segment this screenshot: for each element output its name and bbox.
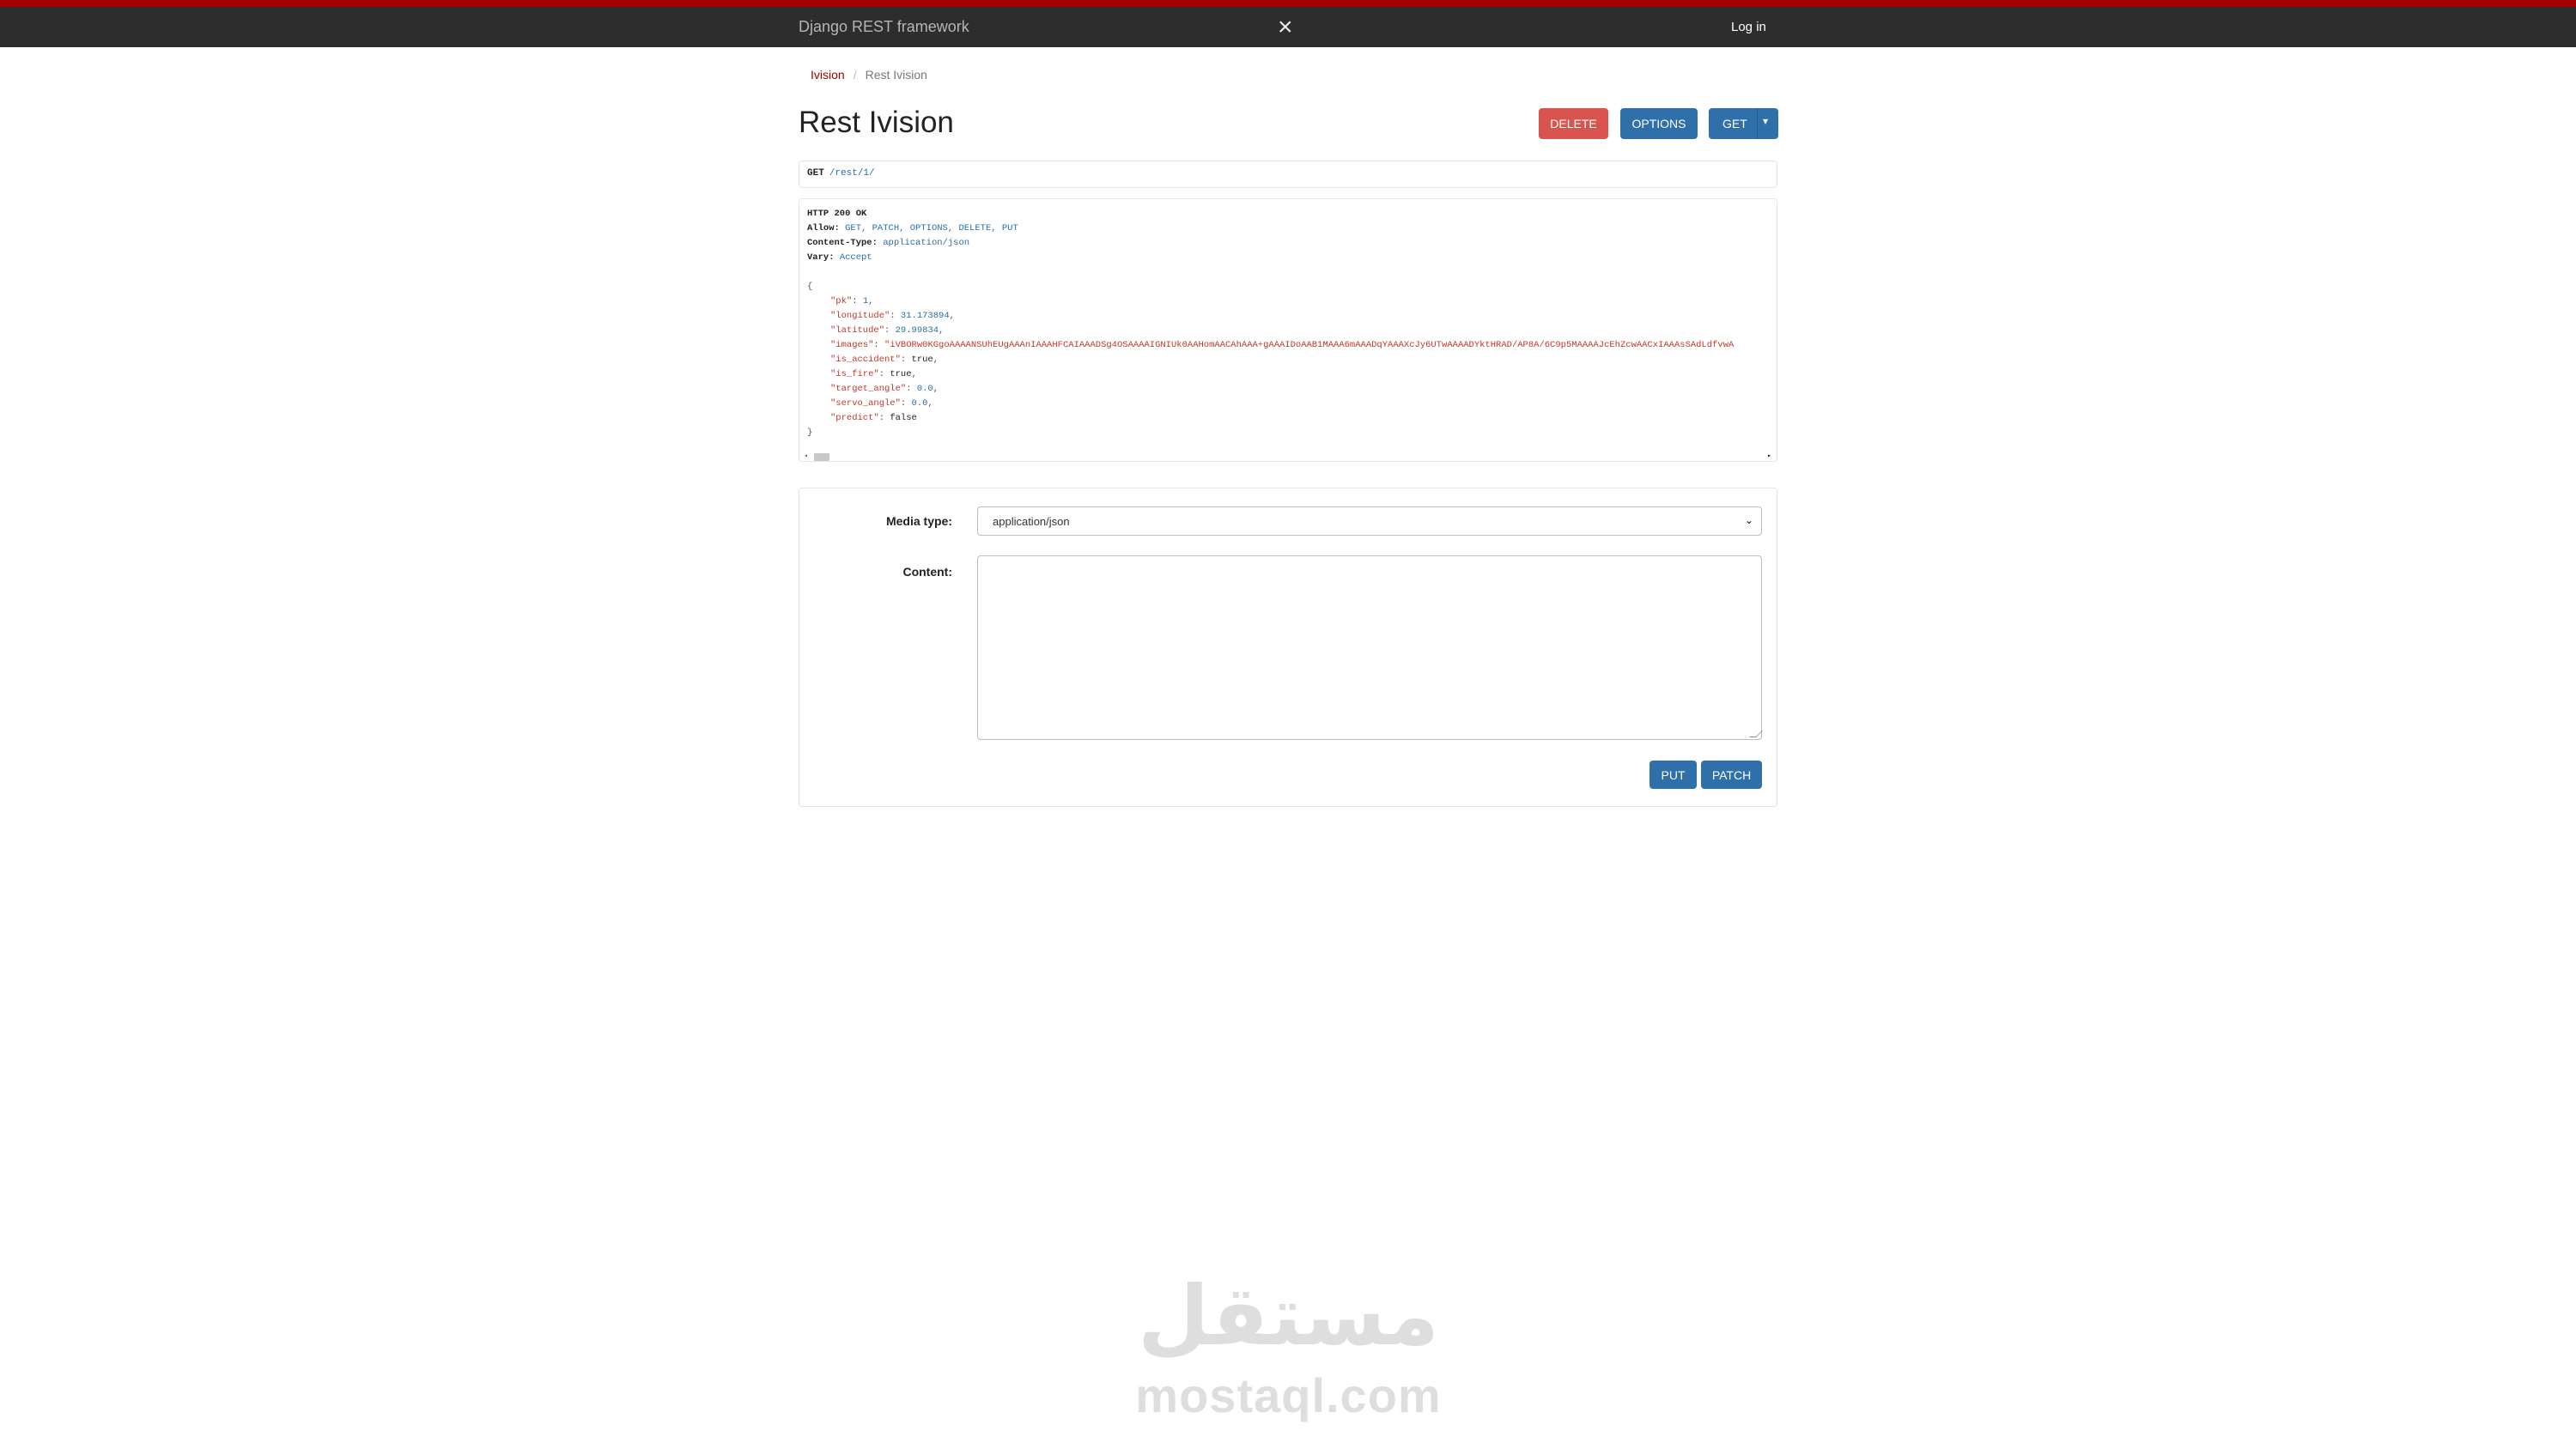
login-link[interactable]: Log in <box>1731 20 1766 34</box>
request-path: /rest/1/ <box>829 168 875 179</box>
caret-down-icon[interactable]: ▾ <box>1763 115 1768 127</box>
json-key: "target_angle" <box>830 384 907 394</box>
get-button-divider <box>1757 108 1758 139</box>
json-open-brace: { <box>807 282 813 292</box>
json-key: "images" <box>830 340 874 350</box>
header-key: Allow: <box>807 223 840 233</box>
json-key: "is_fire" <box>830 369 879 379</box>
header-key: Content-Type: <box>807 238 878 248</box>
header-value: GET, PATCH, OPTIONS, DELETE, PUT <box>845 223 1018 233</box>
media-type-select[interactable]: application/json ⌄ <box>977 506 1762 536</box>
json-value: true <box>911 355 933 365</box>
json-value: 0.0 <box>911 398 928 409</box>
response-status: HTTP 200 OK <box>807 209 867 219</box>
json-close-brace: } <box>807 427 813 438</box>
response-panel: HTTP 200 OK Allow: GET, PATCH, OPTIONS, … <box>799 198 1777 462</box>
scrollbar-thumb[interactable] <box>814 453 829 461</box>
json-key: "servo_angle" <box>830 398 901 409</box>
page-title: Rest Ivision <box>799 106 954 139</box>
request-info: GET/rest/1/ <box>799 161 1777 188</box>
json-value: 0.0 <box>916 384 933 394</box>
scroll-right-icon[interactable]: ▸ <box>1767 452 1771 460</box>
json-key: "is_accident" <box>830 355 901 365</box>
breadcrumb-separator: / <box>853 68 857 82</box>
delete-button[interactable]: DELETE <box>1539 108 1608 139</box>
brand-link[interactable]: Django REST framework <box>799 18 969 36</box>
response-content: HTTP 200 OK Allow: GET, PATCH, OPTIONS, … <box>807 209 1735 438</box>
json-value: 29.99834 <box>895 325 939 336</box>
breadcrumb: Ivision / Rest Ivision <box>811 68 927 82</box>
header-value: Accept <box>839 252 872 263</box>
json-key: "predict" <box>830 413 879 423</box>
resize-handle-icon[interactable] <box>1749 731 1763 737</box>
json-value: 31.173894 <box>900 311 950 321</box>
request-method: GET <box>807 168 824 179</box>
get-button[interactable]: GET ▾ <box>1709 108 1778 139</box>
watermark-arabic: مستقل <box>1137 1268 1440 1364</box>
json-value: false <box>890 413 917 423</box>
options-button[interactable]: OPTIONS <box>1620 108 1698 139</box>
json-key: "pk" <box>830 296 853 306</box>
put-button[interactable]: PUT <box>1649 761 1697 789</box>
patch-button[interactable]: PATCH <box>1701 761 1762 789</box>
header-value: application/json <box>883 238 970 248</box>
watermark: مستقل mostaql.com <box>1132 1268 1445 1422</box>
header-key: Vary: <box>807 252 835 263</box>
raw-data-form: Media type: application/json ⌄ Content: … <box>799 488 1777 807</box>
get-button-label: GET <box>1722 117 1747 130</box>
json-key: "longitude" <box>830 311 890 321</box>
breadcrumb-item-ivision[interactable]: Ivision <box>811 68 845 82</box>
json-key: "latitude" <box>830 325 885 336</box>
json-value: "iVBORw0KGgoAAAANSUhEUgAAAnIAAAHFCAIAAAD… <box>884 340 1735 350</box>
json-value: true <box>890 369 912 379</box>
content-label: Content: <box>902 565 952 579</box>
media-type-value: application/json <box>993 515 1070 528</box>
navbar: Django REST framework × Log in <box>0 0 2576 47</box>
watermark-latin: mostaql.com <box>1135 1368 1442 1422</box>
breadcrumb-item-current: Rest Ivision <box>865 68 927 82</box>
content-textarea[interactable] <box>977 555 1763 740</box>
media-type-label: Media type: <box>885 514 952 528</box>
close-icon[interactable]: × <box>1278 15 1293 40</box>
horizontal-scrollbar[interactable]: ◂ ▸ <box>799 451 1777 461</box>
chevron-down-icon: ⌄ <box>1744 514 1753 526</box>
scroll-left-icon[interactable]: ◂ <box>804 452 808 460</box>
